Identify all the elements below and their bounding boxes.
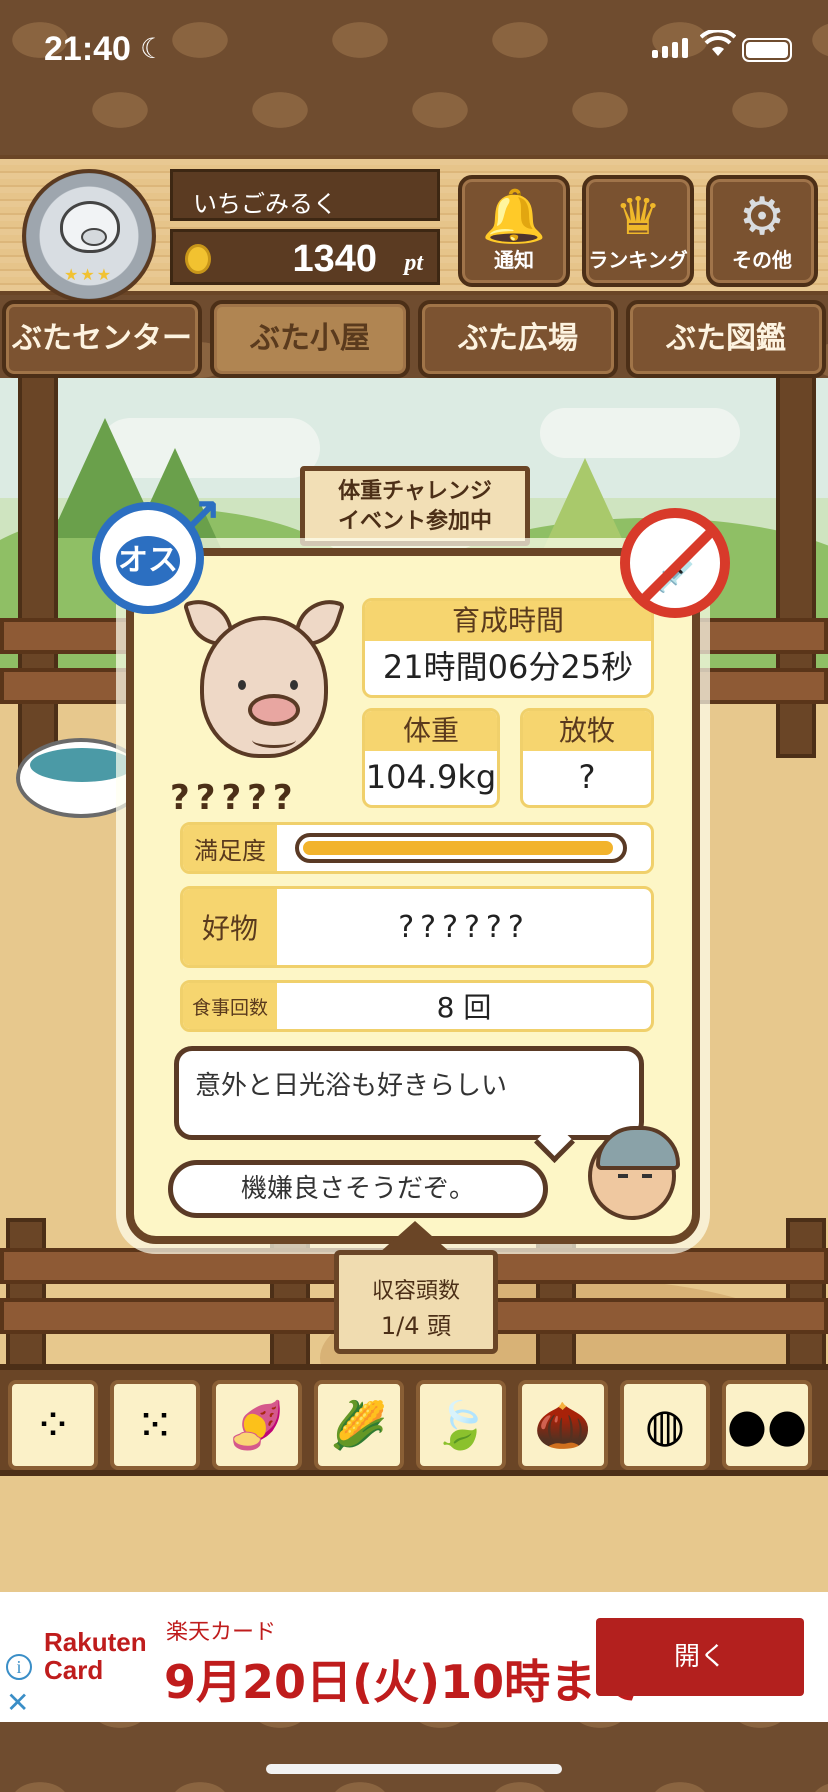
- event-sign-line2: イベント参加中: [337, 509, 492, 534]
- dumpling-plate-icon[interactable]: ●●: [722, 1380, 812, 1470]
- pig-eye: [290, 680, 298, 690]
- satisfaction-label: 満足度: [183, 825, 277, 871]
- bell-icon: 🔔: [481, 187, 547, 247]
- pig-face-icon: [60, 201, 120, 253]
- grazing-value: ?: [578, 758, 596, 796]
- male-gender-badge: ↗ オス: [92, 488, 222, 614]
- ad-open-button[interactable]: 開く: [596, 1618, 804, 1696]
- wifi-icon: [700, 30, 736, 56]
- notification-label: 通知: [494, 248, 534, 272]
- pig-eye: [238, 680, 246, 690]
- mixed-grain-icon[interactable]: ⁙: [110, 1380, 200, 1470]
- cloud: [540, 408, 740, 458]
- soybean-plate-icon[interactable]: ◍: [620, 1380, 710, 1470]
- player-rank-medal[interactable]: ★★★: [22, 169, 156, 303]
- ad-headline: 9月20日(火)10時まで: [164, 1655, 643, 1709]
- farmer-eye: [618, 1174, 628, 1178]
- notification-button[interactable]: 🔔 通知: [458, 175, 570, 287]
- favorite-food-label: 好物: [183, 889, 277, 965]
- favorite-food-value: ??????: [398, 909, 530, 945]
- rearing-time-value: 21時間06分25秒: [382, 648, 634, 686]
- header-bar: ★★★ いちごみるく 1340 pt 🔔 通知 ♛ ランキング ⚙ その他: [0, 155, 828, 303]
- meal-count-label: 食事回数: [183, 983, 277, 1029]
- farmer-avatar: [588, 1126, 680, 1220]
- favorite-food-row: 好物 ??????: [180, 886, 654, 968]
- rank-stars-icon: ★★★: [64, 265, 114, 284]
- pig-illustration[interactable]: [182, 591, 346, 758]
- other-label: その他: [732, 248, 792, 272]
- rearing-time-label: 育成時間: [365, 601, 651, 641]
- status-bar: 21:40 ☾: [0, 0, 828, 100]
- pig-head: [200, 616, 328, 758]
- rearing-time-field: 育成時間 21時間06分25秒: [362, 598, 654, 698]
- fence-post: [18, 378, 58, 778]
- ranking-button[interactable]: ♛ ランキング: [582, 175, 694, 287]
- moon-icon: ☾: [140, 32, 166, 65]
- ad-info-icon[interactable]: i: [6, 1654, 32, 1680]
- ad-close-icon[interactable]: ✕: [6, 1686, 29, 1719]
- satisfaction-row: 満足度: [180, 822, 654, 874]
- tab-buta-goya[interactable]: ぶた小屋: [210, 300, 410, 378]
- points-value: 1340: [292, 238, 377, 280]
- meal-count-row: 食事回数 8 回: [180, 980, 654, 1032]
- acorn-icon[interactable]: 🌰: [518, 1380, 608, 1470]
- sweet-potato-icon[interactable]: 🍠: [212, 1380, 302, 1470]
- capacity-label: 収容頭数: [371, 1279, 460, 1304]
- points-display: 1340 pt: [170, 229, 440, 285]
- food-shelf: ⁘ ⁙ 🍠 🌽 🍃 🌰 ◍ ●●: [0, 1364, 828, 1476]
- farmer-eye: [642, 1174, 652, 1178]
- main-tabs: ぶたセンター ぶた小屋 ぶた広場 ぶた図鑑: [0, 300, 828, 378]
- grazing-label: 放牧: [523, 711, 651, 751]
- male-symbol-icon: ↗: [178, 488, 222, 548]
- weight-label: 体重: [365, 711, 497, 751]
- player-name: いちごみるく: [170, 169, 440, 221]
- event-sign-line1: 体重チャレンジ: [338, 479, 492, 504]
- pig-snout: [248, 694, 300, 726]
- leaf-berries-icon[interactable]: 🍃: [416, 1380, 506, 1470]
- crown-icon: ♛: [614, 187, 662, 247]
- farmer-speech-bubble: 機嫌良さそうだぞ。: [168, 1160, 548, 1218]
- tab-buta-hiroba[interactable]: ぶた広場: [418, 300, 618, 378]
- coin-icon: [185, 244, 211, 274]
- corn-icon[interactable]: 🌽: [314, 1380, 404, 1470]
- satisfaction-bar: [295, 833, 627, 863]
- battery-icon: [742, 38, 792, 62]
- tab-buta-zukan[interactable]: ぶた図鑑: [626, 300, 826, 378]
- capacity-sign: 収容頭数 1/4 頭: [334, 1221, 498, 1354]
- event-sign: 体重チャレンジ イベント参加中: [300, 466, 530, 546]
- status-time: 21:40: [44, 30, 131, 68]
- tab-buta-center[interactable]: ぶたセンター: [2, 300, 202, 378]
- satisfaction-bar-fill: [303, 841, 613, 855]
- pig-status-card: ????? 育成時間 21時間06分25秒 体重 104.9kg 放牧 ? 満足…: [126, 548, 700, 1244]
- ranking-label: ランキング: [588, 248, 688, 272]
- pig-name: ?????: [170, 778, 299, 818]
- cellular-signal-icon: [652, 38, 688, 58]
- weight-value: 104.9kg: [365, 758, 497, 796]
- grazing-field: 放牧 ?: [520, 708, 654, 808]
- pig-mouth: [252, 732, 296, 748]
- rakuten-card-logo: Rakuten Card: [44, 1627, 147, 1685]
- home-indicator[interactable]: [266, 1764, 562, 1774]
- capacity-value: 1/4 頭: [380, 1312, 452, 1340]
- points-unit: pt: [404, 250, 423, 276]
- gender-label: オス: [116, 536, 180, 586]
- pig-comment-bubble: 意外と日光浴も好きらしい: [174, 1046, 644, 1140]
- no-injection-badge: 💉: [620, 508, 730, 618]
- weight-field: 体重 104.9kg: [362, 708, 500, 808]
- ad-banner[interactable]: Rakuten Card i ✕ 楽天カード 9月20日(火)10時まで 開く: [0, 1592, 828, 1722]
- other-button[interactable]: ⚙ その他: [706, 175, 818, 287]
- gear-icon: ⚙: [738, 187, 786, 247]
- ad-subtitle: 楽天カード: [166, 1620, 277, 1645]
- meal-count-value: 8 回: [436, 991, 492, 1024]
- grain-pile-icon[interactable]: ⁘: [8, 1380, 98, 1470]
